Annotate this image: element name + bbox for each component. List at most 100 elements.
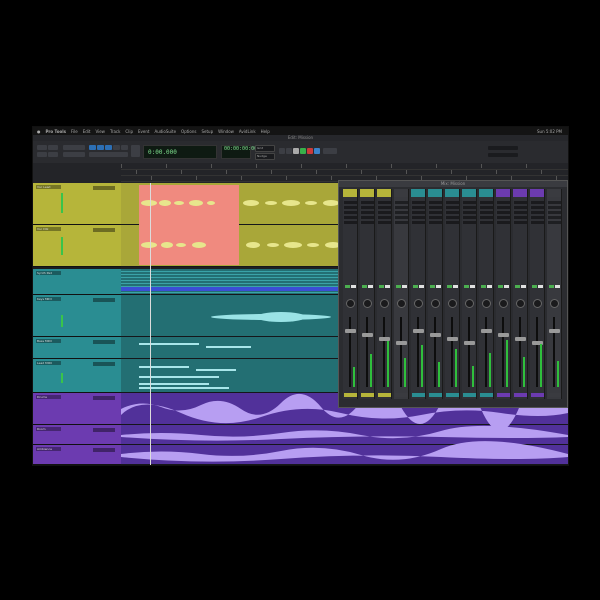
strip-name-plate[interactable]	[361, 393, 374, 397]
strip-name-plate[interactable]	[446, 393, 459, 397]
track-header[interactable]: Keys MIDI	[33, 295, 121, 337]
insert-slot[interactable]	[395, 211, 408, 214]
insert-slot[interactable]	[514, 201, 527, 204]
strip-name-plate[interactable]	[497, 393, 510, 397]
insert-slot[interactable]	[429, 211, 442, 214]
mixer-channel-strip[interactable]	[462, 189, 477, 399]
track-header[interactable]: Drums	[33, 393, 121, 425]
insert-slot[interactable]	[463, 216, 476, 219]
pan-knob[interactable]	[346, 299, 355, 308]
insert-slot[interactable]	[497, 211, 510, 214]
track-name[interactable]: Drums	[36, 395, 61, 399]
volume-fader[interactable]	[345, 329, 356, 333]
volume-fader[interactable]	[396, 341, 407, 345]
midi-note[interactable]	[206, 346, 251, 348]
insert-slot[interactable]	[548, 206, 561, 209]
volume-fader[interactable]	[447, 337, 458, 341]
mute-button[interactable]	[555, 285, 560, 288]
mixer-channel-strip[interactable]	[547, 189, 562, 399]
menu-track[interactable]: Track	[110, 129, 120, 134]
insert-slot[interactable]	[548, 221, 561, 224]
playhead-cursor[interactable]	[150, 183, 151, 465]
strip-name-plate[interactable]	[344, 393, 357, 397]
mute-button[interactable]	[436, 285, 441, 288]
track-name[interactable]: Keys MIDI	[36, 297, 61, 301]
menu-edit[interactable]: Edit	[83, 129, 91, 134]
insert-slot[interactable]	[548, 211, 561, 214]
solo-button[interactable]	[396, 285, 401, 288]
midi-note[interactable]	[139, 343, 199, 345]
mute-button[interactable]	[470, 285, 475, 288]
zoom-presets[interactable]	[63, 152, 85, 157]
midi-note[interactable]	[139, 376, 219, 378]
solo-button[interactable]	[430, 285, 435, 288]
track-insert[interactable]	[93, 362, 115, 366]
track-name[interactable]: Synth Pad	[36, 271, 61, 275]
strip-name-plate[interactable]	[463, 393, 476, 397]
insert-slot[interactable]	[344, 211, 357, 214]
strip-name-plate[interactable]	[480, 393, 493, 397]
solo-button[interactable]	[447, 285, 452, 288]
volume-fader[interactable]	[464, 341, 475, 345]
track-name[interactable]: Ambience	[36, 447, 61, 451]
insert-slot[interactable]	[463, 206, 476, 209]
volume-fader[interactable]	[498, 333, 509, 337]
selector-tool-button[interactable]	[97, 145, 104, 150]
insert-slot[interactable]	[429, 201, 442, 204]
stop-icon[interactable]	[293, 148, 299, 154]
scrubber-tool-button[interactable]	[113, 145, 120, 150]
insert-slot[interactable]	[446, 201, 459, 204]
play-icon[interactable]	[300, 148, 306, 154]
loop-icon[interactable]	[314, 148, 320, 154]
solo-button[interactable]	[413, 285, 418, 288]
solo-button[interactable]	[498, 285, 503, 288]
edit-options[interactable]	[131, 145, 140, 157]
insert-slot[interactable]	[463, 221, 476, 224]
insert-slot[interactable]	[497, 216, 510, 219]
insert-slot[interactable]	[344, 201, 357, 204]
solo-button[interactable]	[379, 285, 384, 288]
insert-slot[interactable]	[395, 201, 408, 204]
mute-button[interactable]	[402, 285, 407, 288]
insert-slot[interactable]	[378, 216, 391, 219]
insert-slot[interactable]	[531, 221, 544, 224]
track-name[interactable]: Lead MIDI	[36, 361, 61, 365]
pan-knob[interactable]	[499, 299, 508, 308]
insert-slot[interactable]	[429, 206, 442, 209]
solo-button[interactable]	[515, 285, 520, 288]
insert-slot[interactable]	[361, 211, 374, 214]
mixer-channel-strip[interactable]	[360, 189, 375, 399]
insert-slot[interactable]	[446, 206, 459, 209]
insert-slot[interactable]	[497, 221, 510, 224]
insert-slot[interactable]	[344, 221, 357, 224]
volume-fader[interactable]	[362, 333, 373, 337]
pan-knob[interactable]	[363, 299, 372, 308]
insert-slot[interactable]	[548, 201, 561, 204]
insert-slot[interactable]	[446, 221, 459, 224]
record-icon[interactable]	[307, 148, 313, 154]
zoom-button[interactable]	[63, 145, 85, 150]
insert-slot[interactable]	[412, 221, 425, 224]
mute-button[interactable]	[521, 285, 526, 288]
mute-button[interactable]	[351, 285, 356, 288]
grid-value[interactable]: Grid	[255, 145, 275, 152]
mixer-channel-strip[interactable]	[479, 189, 494, 399]
mute-button[interactable]	[487, 285, 492, 288]
insert-slot[interactable]	[531, 216, 544, 219]
track-insert[interactable]	[93, 428, 115, 432]
strip-name-plate[interactable]	[429, 393, 442, 397]
insert-slot[interactable]	[378, 206, 391, 209]
pan-knob[interactable]	[482, 299, 491, 308]
main-counter[interactable]: 0:00.000	[143, 145, 217, 159]
insert-slot[interactable]	[361, 221, 374, 224]
midi-note[interactable]	[196, 369, 236, 371]
volume-fader[interactable]	[481, 329, 492, 333]
trim-tool-button[interactable]	[89, 145, 96, 150]
insert-slot[interactable]	[480, 201, 493, 204]
insert-slot[interactable]	[531, 201, 544, 204]
track-name[interactable]: Bass MIDI	[36, 339, 61, 343]
solo-button[interactable]	[362, 285, 367, 288]
insert-slot[interactable]	[412, 206, 425, 209]
insert-slot[interactable]	[412, 211, 425, 214]
volume-fader[interactable]	[549, 329, 560, 333]
